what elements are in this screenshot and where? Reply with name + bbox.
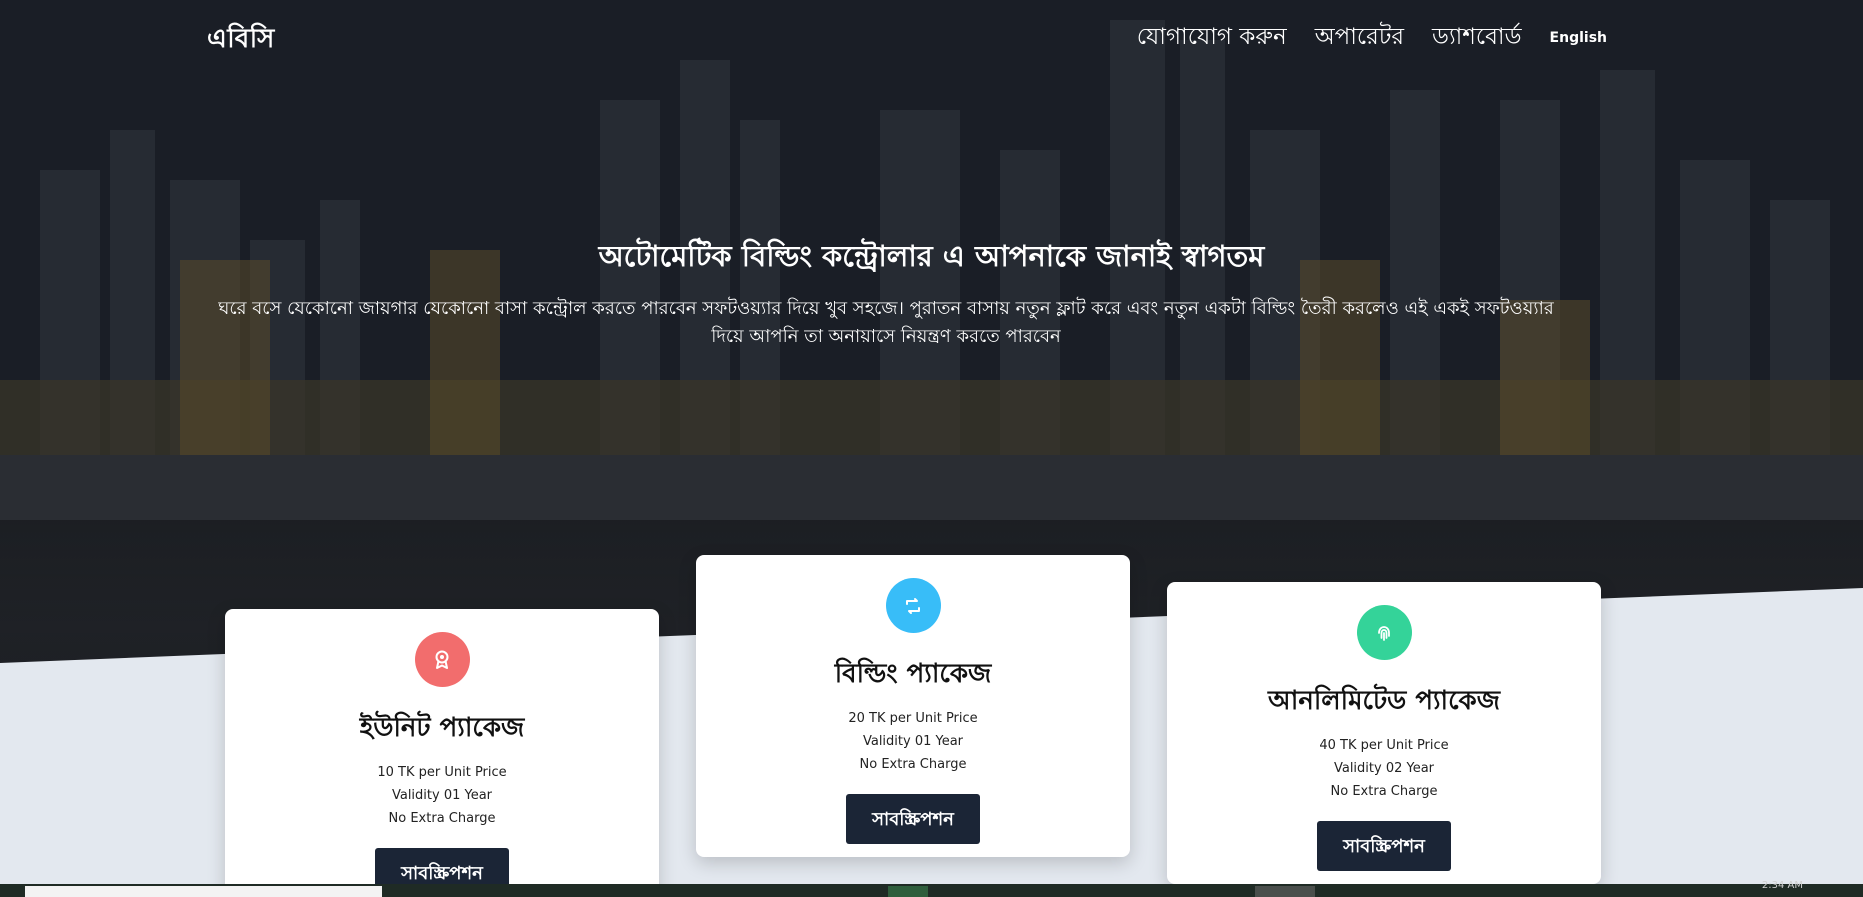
package-validity: Validity 01 Year bbox=[862, 734, 964, 749]
package-title: বিল্ডিং প্যাকেজ bbox=[834, 659, 992, 689]
package-price: 20 TK per Unit Price bbox=[848, 711, 978, 726]
taskbar-search-box[interactable] bbox=[25, 886, 382, 897]
hero-section: এবিসি যোগাযোগ করুন অপারেটর ড্যাশবোর্ড En… bbox=[0, 0, 1863, 897]
package-price: 40 TK per Unit Price bbox=[1319, 738, 1449, 753]
nav-dashboard[interactable]: ড্যাশবোর্ড bbox=[1432, 18, 1522, 57]
fingerprint-icon bbox=[1356, 605, 1412, 660]
refresh-icon bbox=[885, 578, 941, 633]
taskbar-app-icon[interactable] bbox=[888, 886, 928, 897]
taskbar-clock: 2:34 AM bbox=[1761, 880, 1803, 891]
nav-operator[interactable]: অপারেটর bbox=[1315, 18, 1404, 57]
brand-logo[interactable]: এবিসি bbox=[207, 18, 275, 62]
subscribe-button[interactable]: সাবস্ক্রিপশন bbox=[1317, 821, 1451, 871]
nav-contact[interactable]: যোগাযোগ করুন bbox=[1137, 18, 1287, 57]
hero-title: অটোমেটিক বিল্ডিং কন্ট্রোলার এ আপনাকে জান… bbox=[598, 239, 1265, 273]
award-icon bbox=[414, 632, 470, 687]
subscribe-button[interactable]: সাবস্ক্রিপশন bbox=[846, 794, 980, 844]
package-extra: No Extra Charge bbox=[859, 757, 967, 772]
hero-subtitle: ঘরে বসে যেকোনো জায়গার যেকোনো বাসা কন্ট্… bbox=[218, 298, 1554, 347]
package-extra: No Extra Charge bbox=[388, 811, 496, 826]
main-nav: যোগাযোগ করুন অপারেটর ড্যাশবোর্ড English bbox=[1137, 18, 1607, 57]
package-price: 10 TK per Unit Price bbox=[377, 765, 507, 780]
package-validity: Validity 02 Year bbox=[1333, 761, 1435, 776]
package-card-building: বিল্ডিং প্যাকেজ 20 TK per Unit Price Val… bbox=[696, 555, 1130, 857]
package-validity: Validity 01 Year bbox=[391, 788, 493, 803]
package-card-unit: ইউনিট প্যাকেজ 10 TK per Unit Price Valid… bbox=[225, 609, 659, 897]
taskbar-app-icon[interactable] bbox=[1255, 886, 1315, 897]
package-title: আনলিমিটেড প্যাকেজ bbox=[1268, 686, 1500, 716]
package-extra: No Extra Charge bbox=[1330, 784, 1438, 799]
language-switch-english[interactable]: English bbox=[1550, 30, 1607, 46]
os-taskbar: 2:34 AM bbox=[0, 880, 1863, 897]
package-card-unlimited: আনলিমিটেড প্যাকেজ 40 TK per Unit Price V… bbox=[1167, 582, 1601, 884]
package-title: ইউনিট প্যাকেজ bbox=[359, 713, 525, 743]
